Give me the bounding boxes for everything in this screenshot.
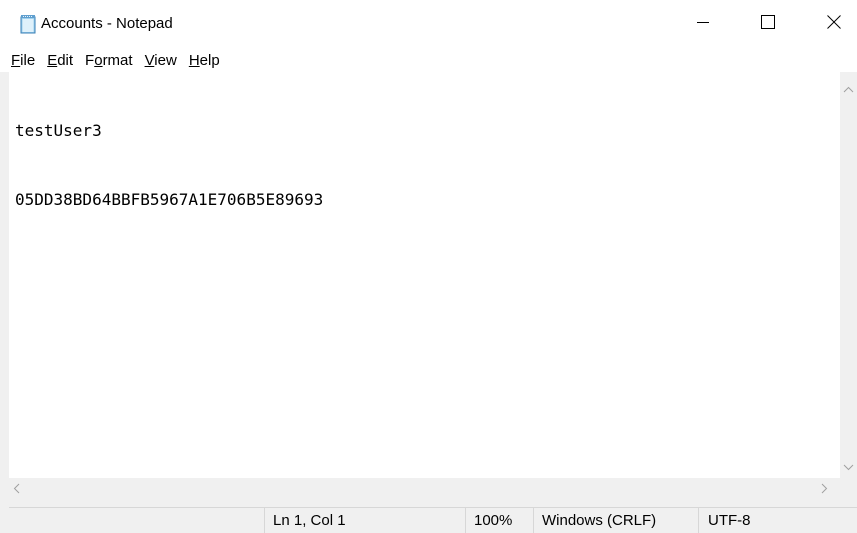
scroll-up-arrow-icon[interactable] xyxy=(843,80,854,98)
status-zoom: 100% xyxy=(474,512,513,529)
menu-format-accel: o xyxy=(94,51,103,69)
status-cursor-position: Ln 1, Col 1 xyxy=(273,512,346,529)
menu-view[interactable]: View xyxy=(145,52,177,69)
menu-format-rest: rmat xyxy=(102,51,133,69)
menu-file[interactable]: File xyxy=(11,52,35,69)
menu-edit[interactable]: Edit xyxy=(47,52,73,69)
text-editor[interactable]: testUser3 05DD38BD64BBFB5967A1E706B5E896… xyxy=(9,72,833,478)
menu-help-accel: H xyxy=(188,51,200,69)
notepad-window: Accounts - Notepad File Edit Format View… xyxy=(0,0,857,533)
title-bar[interactable]: Accounts - Notepad xyxy=(0,0,857,48)
status-bar: Ln 1, Col 1 100% Windows (CRLF) UTF-8 xyxy=(9,507,857,533)
maximize-icon xyxy=(761,14,775,34)
minimize-button[interactable] xyxy=(680,0,726,48)
menu-file-rest: ile xyxy=(20,51,36,69)
menu-edit-rest: dit xyxy=(57,51,74,69)
editor-line: 05DD38BD64BBFB5967A1E706B5E89693 xyxy=(15,190,324,209)
maximize-button[interactable] xyxy=(745,0,791,48)
menu-format[interactable]: Format xyxy=(85,52,133,69)
status-bar-spacer xyxy=(9,495,857,507)
menu-file-accel: F xyxy=(11,51,21,69)
status-divider xyxy=(698,508,699,533)
horizontal-scrollbar[interactable] xyxy=(9,478,840,495)
status-encoding: UTF-8 xyxy=(708,512,751,529)
status-divider xyxy=(264,508,265,533)
status-divider xyxy=(465,508,466,533)
window-title: Accounts - Notepad xyxy=(41,15,173,32)
scroll-down-arrow-icon[interactable] xyxy=(843,458,854,476)
status-divider xyxy=(533,508,534,533)
menu-edit-accel: E xyxy=(47,51,58,69)
menu-view-rest: iew xyxy=(154,51,177,69)
minimize-icon xyxy=(697,15,709,33)
menu-help-rest: elp xyxy=(199,51,220,69)
menu-bar: File Edit Format View Help xyxy=(0,48,857,72)
menu-format-pre: F xyxy=(85,51,95,69)
notepad-icon xyxy=(20,14,36,34)
editor-line: testUser3 xyxy=(15,121,102,140)
vertical-scrollbar[interactable] xyxy=(840,72,857,478)
scrollbar-corner xyxy=(840,478,857,495)
status-line-ending: Windows (CRLF) xyxy=(542,512,657,529)
menu-help[interactable]: Help xyxy=(189,52,220,69)
window-left-border xyxy=(0,72,9,533)
menu-view-accel: V xyxy=(144,51,155,69)
close-icon xyxy=(827,14,841,34)
close-button[interactable] xyxy=(811,0,857,48)
